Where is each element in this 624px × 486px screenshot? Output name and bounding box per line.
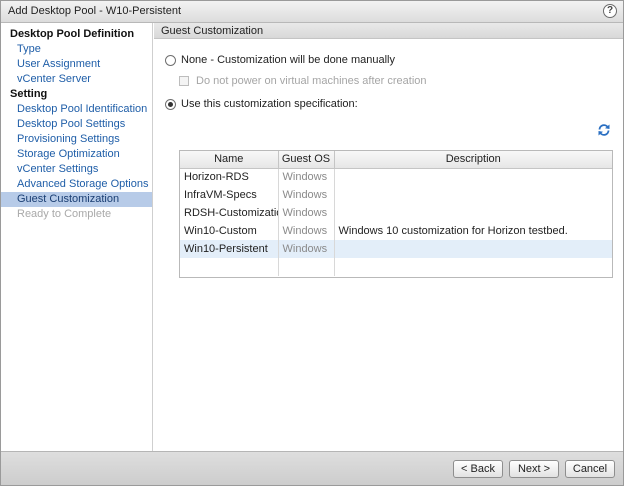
wizard-sidebar: Desktop Pool Definition Type User Assign… xyxy=(1,23,153,451)
add-desktop-pool-dialog: Add Desktop Pool - W10-Persistent ? Desk… xyxy=(0,0,624,486)
cell-guest-os: Windows xyxy=(278,186,335,204)
refresh-icon[interactable] xyxy=(597,123,611,137)
cell-name: InfraVM-Specs xyxy=(180,186,279,204)
no-power-on-checkbox xyxy=(179,76,189,86)
column-header-guest-os[interactable]: Guest OS xyxy=(278,151,335,169)
nav-item-desktop-pool-settings[interactable]: Desktop Pool Settings xyxy=(1,117,152,132)
cell-description xyxy=(334,168,612,186)
title-bar: Add Desktop Pool - W10-Persistent ? xyxy=(1,1,623,23)
nav-item-ready-to-complete: Ready to Complete xyxy=(17,208,112,220)
cell-description xyxy=(334,240,612,258)
nav-item-vcenter-server[interactable]: vCenter Server xyxy=(1,72,152,87)
option-none-row[interactable]: None - Customization will be done manual… xyxy=(165,53,395,67)
table-row[interactable]: InfraVM-Specs Windows xyxy=(180,186,612,204)
section-header: Guest Customization xyxy=(154,23,623,39)
customization-spec-table: Name Guest OS Description Horizon-RDS Wi… xyxy=(179,150,613,278)
option-spec-label: Use this customization specification: xyxy=(181,98,358,110)
cell-guest-os: Windows xyxy=(278,168,335,186)
nav-item-desktop-pool-identification[interactable]: Desktop Pool Identification xyxy=(1,102,152,117)
cell-description xyxy=(334,204,612,222)
nav-item-user-assignment[interactable]: User Assignment xyxy=(1,57,152,72)
nav-section-desktop-pool-definition: Desktop Pool Definition xyxy=(10,28,135,40)
cell-guest-os: Windows xyxy=(278,222,335,240)
help-icon[interactable]: ? xyxy=(603,4,617,18)
cell-guest-os: Windows xyxy=(278,240,335,258)
table-row-selected[interactable]: Win10-Persistent Windows xyxy=(180,240,612,258)
window-title: Add Desktop Pool - W10-Persistent xyxy=(8,5,182,17)
table-row-empty xyxy=(180,258,612,276)
option-spec-radio[interactable] xyxy=(165,98,176,110)
cell-guest-os: Windows xyxy=(278,204,335,222)
cell-name: RDSH-Customization xyxy=(180,204,279,222)
cell-description xyxy=(334,186,612,204)
next-button[interactable]: Next > xyxy=(509,460,559,478)
cell-name: Win10-Persistent xyxy=(180,240,279,258)
table-row[interactable]: Win10-Custom Windows Windows 10 customiz… xyxy=(180,222,612,240)
no-power-on-row: Do not power on virtual machines after c… xyxy=(179,74,427,88)
content-pane: Guest Customization None - Customization… xyxy=(154,23,623,451)
cell-description: Windows 10 customization for Horizon tes… xyxy=(338,225,568,237)
dialog-footer: < Back Next > Cancel xyxy=(1,451,623,485)
nav-item-type[interactable]: Type xyxy=(1,42,152,57)
nav-section-setting: Setting xyxy=(10,88,48,100)
column-header-name[interactable]: Name xyxy=(180,151,279,169)
nav-item-storage-optimization[interactable]: Storage Optimization xyxy=(1,147,152,162)
cancel-button[interactable]: Cancel xyxy=(565,460,615,478)
cell-name: Horizon-RDS xyxy=(180,168,279,186)
table-header-row: Name Guest OS Description xyxy=(180,151,612,169)
column-header-description[interactable]: Description xyxy=(334,151,612,169)
table-row[interactable]: RDSH-Customization Windows xyxy=(180,204,612,222)
cell-empty xyxy=(180,258,279,276)
cell-empty xyxy=(334,258,612,276)
option-none-radio[interactable] xyxy=(165,54,176,66)
no-power-on-label: Do not power on virtual machines after c… xyxy=(196,75,427,87)
cell-name: Win10-Custom xyxy=(180,222,279,240)
nav-item-guest-customization[interactable]: Guest Customization xyxy=(1,192,152,207)
nav-item-vcenter-settings[interactable]: vCenter Settings xyxy=(1,162,152,177)
option-none-label: None - Customization will be done manual… xyxy=(181,54,395,66)
cell-empty xyxy=(278,258,335,276)
back-button[interactable]: < Back xyxy=(453,460,503,478)
nav-item-advanced-storage-options[interactable]: Advanced Storage Options xyxy=(1,177,152,192)
nav-item-provisioning-settings[interactable]: Provisioning Settings xyxy=(1,132,152,147)
table-row[interactable]: Horizon-RDS Windows xyxy=(180,168,612,186)
option-spec-row[interactable]: Use this customization specification: xyxy=(165,97,358,111)
